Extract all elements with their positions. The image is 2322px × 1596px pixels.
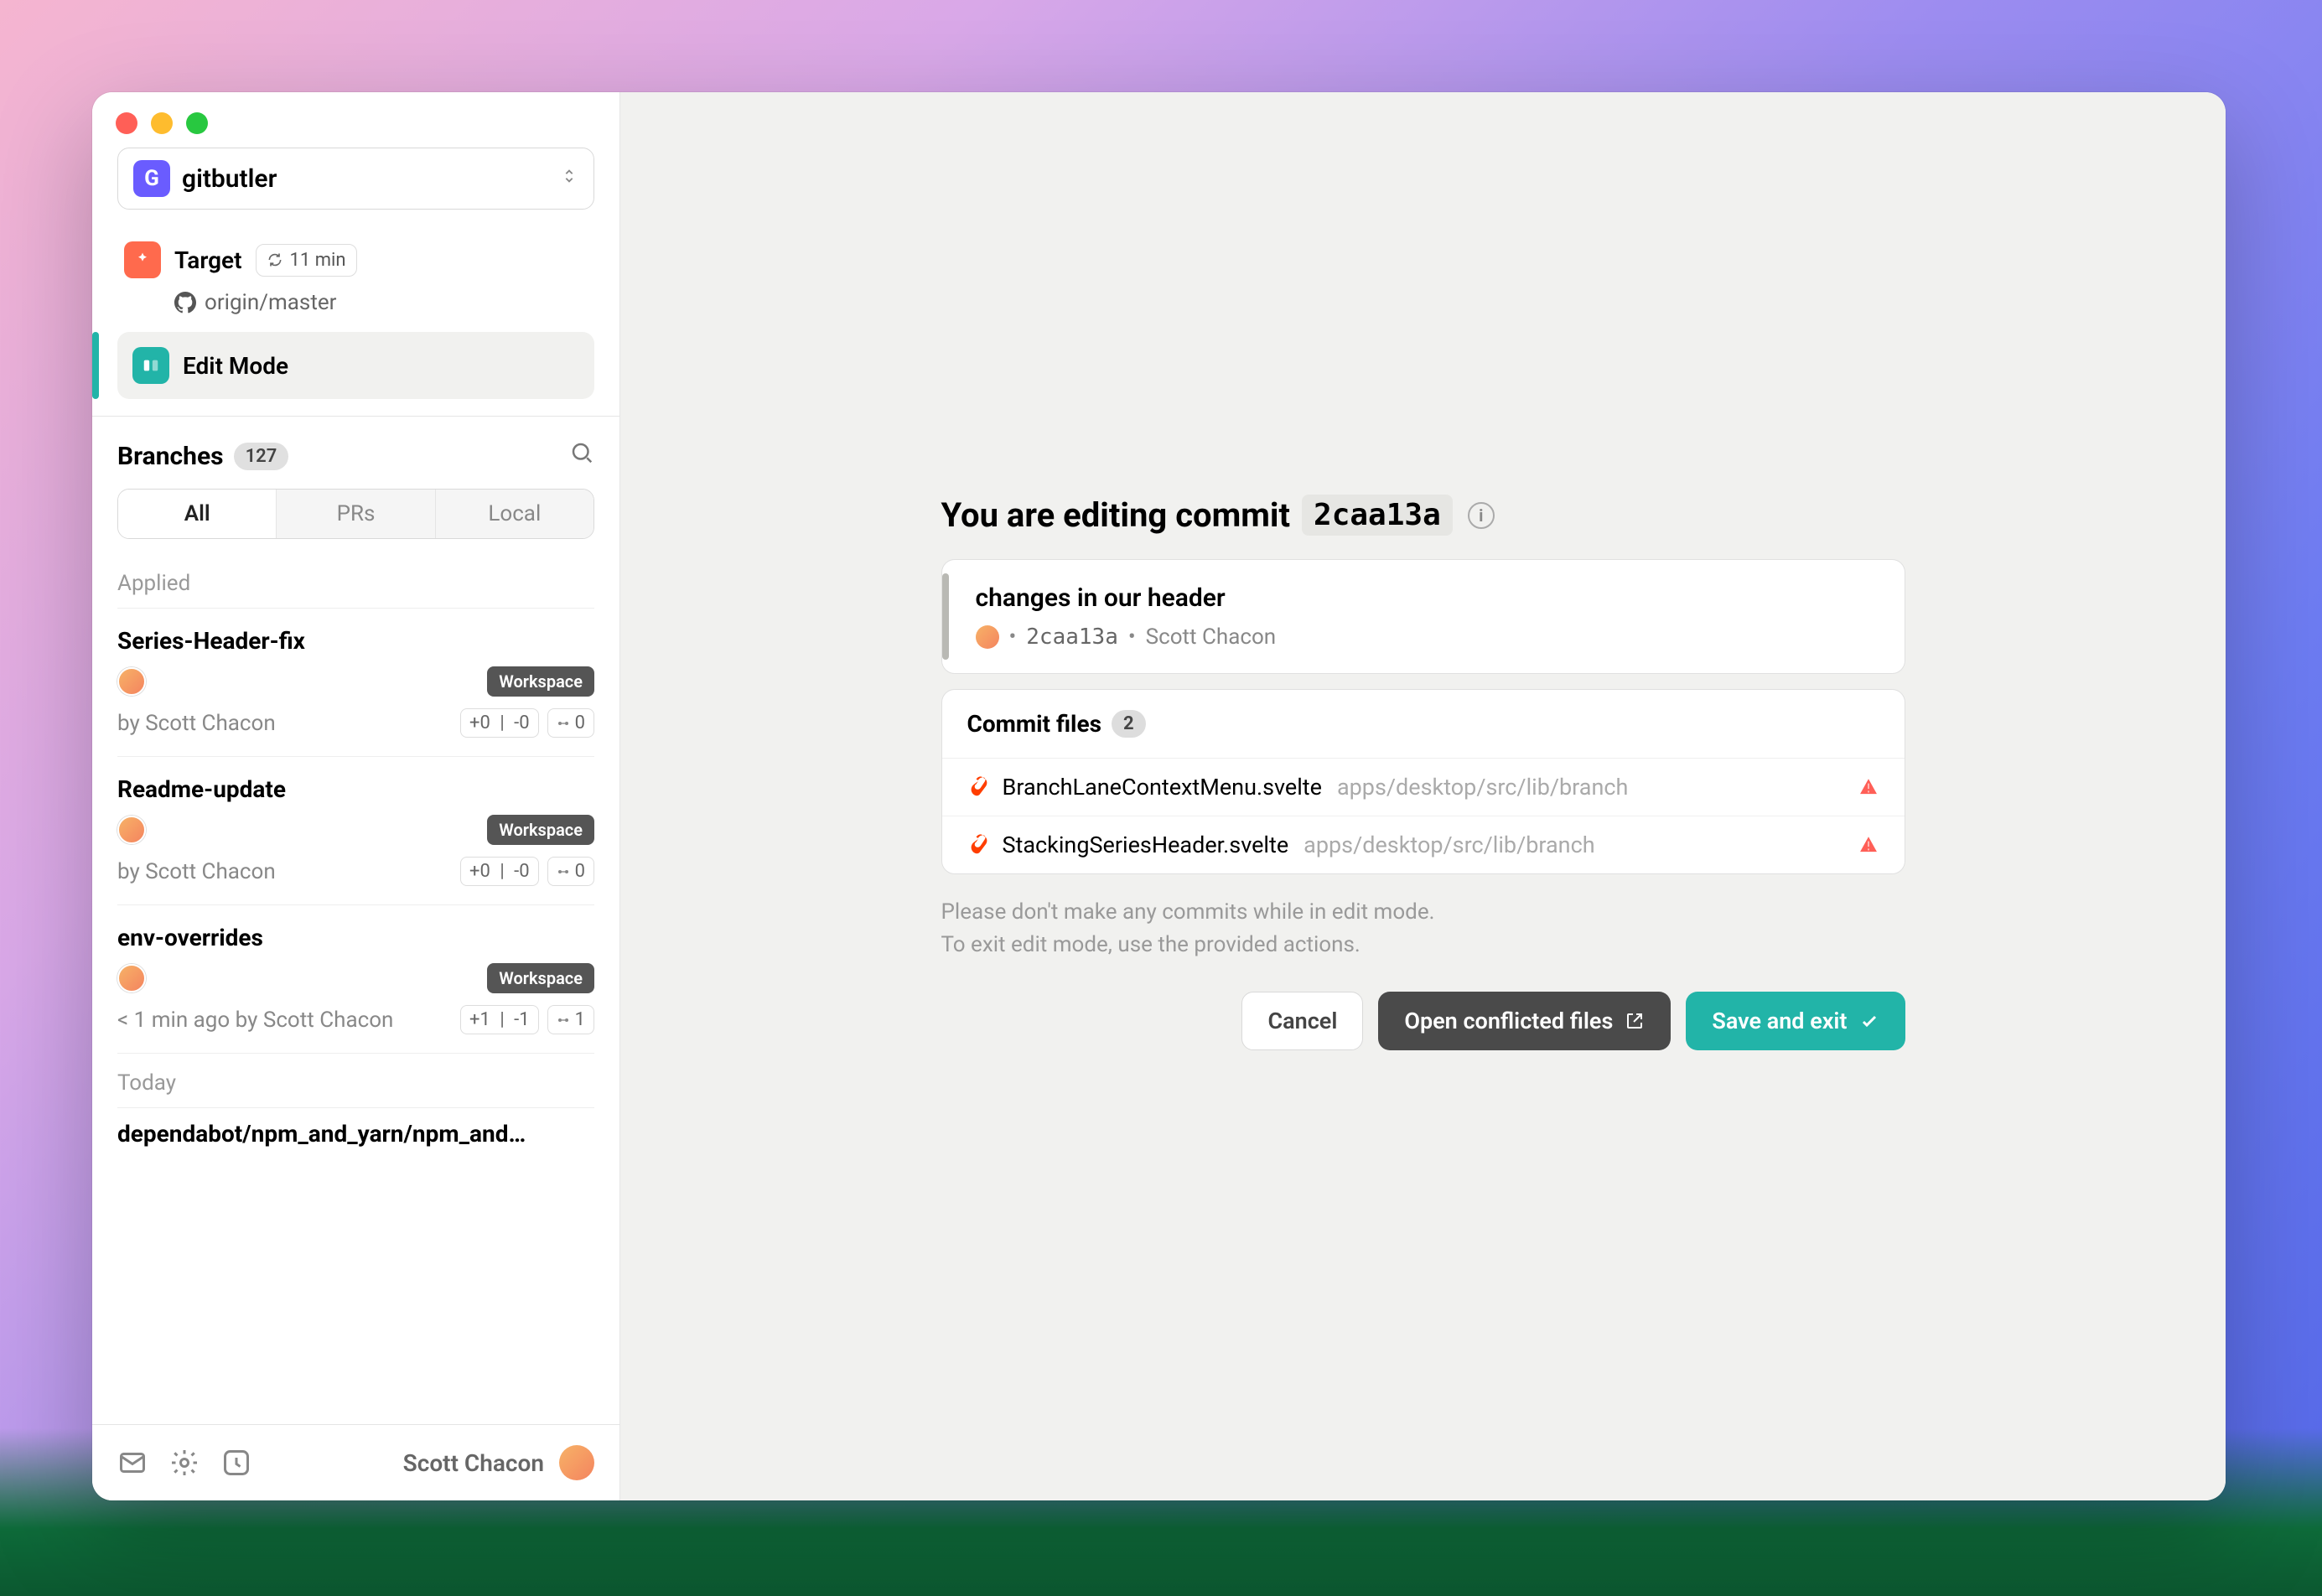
save-and-exit-button[interactable]: Save and exit (1686, 992, 1905, 1050)
file-name: StackingSeriesHeader.svelte (1003, 832, 1289, 858)
branch-item[interactable]: Series-Header-fix Workspace by Scott Cha… (117, 608, 594, 756)
tab-all[interactable]: All (118, 490, 276, 538)
minimize-window-button[interactable] (151, 112, 173, 134)
open-conflicted-label: Open conflicted files (1404, 1008, 1613, 1034)
origin-label: origin/master (205, 290, 336, 315)
origin-row[interactable]: origin/master (117, 287, 594, 332)
main-panel: You are editing commit 2caa13a i changes… (620, 92, 2226, 1500)
diff-graph-badge: 0 (547, 708, 594, 738)
avatar (117, 667, 146, 696)
commit-files-count: 2 (1112, 710, 1146, 738)
commit-author: Scott Chacon (1146, 624, 1277, 650)
target-refresh-badge[interactable]: 11 min (256, 244, 357, 277)
diff-added-badge: +1 | -1 (460, 1005, 539, 1034)
target-icon (124, 241, 161, 278)
tab-local[interactable]: Local (435, 490, 593, 538)
repo-picker[interactable]: G gitbutler (117, 148, 594, 210)
app-window: G gitbutler Target 11 min origin/master (92, 92, 2226, 1500)
search-icon[interactable] (569, 440, 594, 472)
diff-graph-badge: 1 (547, 1005, 594, 1034)
diff-added-badge: +0 | -0 (460, 857, 539, 886)
footer-user[interactable]: Scott Chacon (403, 1445, 594, 1480)
commit-files-title: Commit files (967, 710, 1101, 738)
workspace-tag: Workspace (487, 815, 594, 845)
branch-name: Series-Header-fix (117, 627, 594, 655)
branch-item[interactable]: env-overrides Workspace < 1 min ago by S… (117, 904, 594, 1053)
hint-text: Please don't make any commits while in e… (941, 896, 1905, 961)
target-label: Target (174, 246, 242, 274)
branch-byline: by Scott Chacon (117, 859, 276, 884)
cancel-button[interactable]: Cancel (1241, 992, 1363, 1050)
github-icon (174, 292, 196, 314)
avatar (559, 1445, 594, 1480)
commit-hash-short: 2caa13a (1026, 624, 1118, 650)
applied-section-label: Applied (117, 559, 594, 608)
avatar (976, 625, 999, 649)
branch-byline: by Scott Chacon (117, 711, 276, 736)
diff-graph-badge: 0 (547, 857, 594, 886)
file-row[interactable]: BranchLaneContextMenu.svelte apps/deskto… (942, 759, 1905, 816)
footer-user-name: Scott Chacon (403, 1449, 544, 1477)
external-link-icon (1625, 1011, 1645, 1031)
branch-item[interactable]: dependabot/npm_and_yarn/npm_and… (117, 1107, 594, 1168)
target-row[interactable]: Target 11 min (117, 233, 594, 287)
tab-prs[interactable]: PRs (276, 490, 434, 538)
branches-count: 127 (234, 443, 289, 470)
warning-icon (1858, 776, 1879, 798)
title-prefix: You are editing commit (941, 495, 1291, 535)
page-title: You are editing commit 2caa13a i (941, 495, 1905, 536)
commit-message: changes in our header (967, 583, 1879, 613)
open-conflicted-button[interactable]: Open conflicted files (1378, 992, 1671, 1050)
edit-mode-row[interactable]: Edit Mode (117, 332, 594, 399)
sidebar: G gitbutler Target 11 min origin/master (92, 92, 620, 1500)
hint-line-1: Please don't make any commits while in e… (941, 896, 1905, 929)
svelte-icon (967, 775, 991, 799)
sidebar-footer: Scott Chacon (92, 1424, 619, 1500)
edit-mode-icon (132, 347, 169, 384)
workspace-tag: Workspace (487, 963, 594, 993)
chevron-updown-icon (560, 167, 578, 190)
branch-byline: < 1 min ago by Scott Chacon (117, 1008, 393, 1033)
target-refresh-time: 11 min (290, 250, 346, 271)
mail-icon[interactable] (117, 1448, 148, 1478)
commit-card: changes in our header • 2caa13a • Scott … (941, 559, 1905, 674)
file-path: apps/desktop/src/lib/branch (1337, 774, 1628, 801)
branch-filter-tabs: All PRs Local (117, 489, 594, 539)
branch-name: Readme-update (117, 775, 594, 803)
repo-name: gitbutler (182, 164, 548, 194)
file-name: BranchLaneContextMenu.svelte (1003, 774, 1322, 801)
file-path: apps/desktop/src/lib/branch (1304, 832, 1594, 858)
commit-hash: 2caa13a (1302, 495, 1453, 536)
file-row[interactable]: StackingSeriesHeader.svelte apps/desktop… (942, 816, 1905, 873)
info-icon[interactable]: i (1468, 502, 1495, 529)
branches-title: Branches (117, 442, 224, 471)
gear-icon[interactable] (169, 1448, 200, 1478)
commit-meta: • 2caa13a • Scott Chacon (967, 624, 1879, 650)
commit-files-header: Commit files 2 (942, 690, 1905, 759)
close-window-button[interactable] (116, 112, 137, 134)
repo-icon: G (133, 160, 170, 197)
diff-added-badge: +0 | -0 (460, 708, 539, 738)
check-icon (1859, 1011, 1879, 1031)
workspace-tag: Workspace (487, 666, 594, 697)
today-section-label: Today (117, 1053, 594, 1107)
hint-line-2: To exit edit mode, use the provided acti… (941, 929, 1905, 961)
svelte-icon (967, 833, 991, 857)
branches-header: Branches 127 (117, 417, 594, 489)
avatar (117, 964, 146, 992)
warning-icon (1858, 834, 1879, 856)
window-controls (92, 92, 619, 148)
clock-icon[interactable] (221, 1448, 251, 1478)
branch-item[interactable]: Readme-update Workspace by Scott Chacon … (117, 756, 594, 904)
avatar (117, 816, 146, 844)
maximize-window-button[interactable] (186, 112, 208, 134)
edit-mode-label: Edit Mode (183, 352, 288, 380)
branch-name: env-overrides (117, 924, 594, 951)
save-and-exit-label: Save and exit (1712, 1008, 1847, 1034)
action-row: Cancel Open conflicted files Save and ex… (941, 992, 1905, 1050)
commit-files-card: Commit files 2 BranchLaneContextMenu.sve… (941, 689, 1905, 874)
